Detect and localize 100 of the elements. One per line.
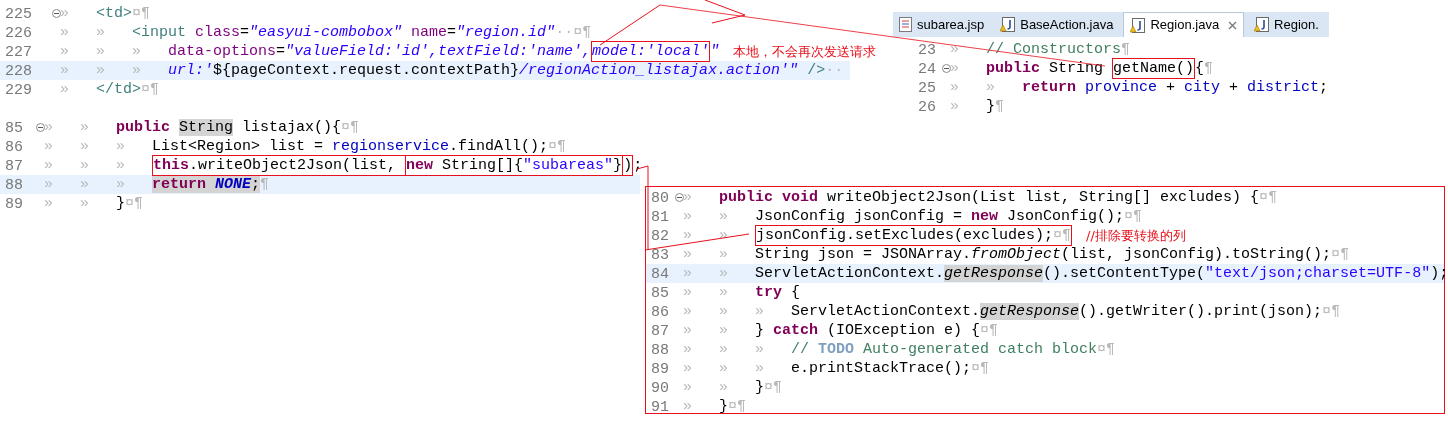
tab-marker: »	[60, 81, 69, 98]
line-number: 23	[917, 42, 936, 59]
tab-marker: »	[60, 24, 69, 41]
tab-marker: »	[80, 119, 89, 136]
tab-marker: »	[719, 341, 728, 358]
tab-marker: »	[719, 379, 728, 396]
code-line: <input class="easyui-combobox" name="region.id"··¤¶	[132, 23, 592, 42]
tab-marker: »	[719, 322, 728, 339]
line-number: 88	[4, 177, 23, 194]
line-number: 24	[917, 61, 936, 78]
code-line: // TODO Auto-generated catch block¤¶	[791, 340, 1116, 359]
annotation-text: //排除要转换的列	[1086, 226, 1186, 245]
line-number: 88	[650, 342, 669, 359]
code-line: url:'${pageContext.request.contextPath}/regionAction_listajax.action'" />··	[168, 61, 844, 80]
tab-marker: »	[96, 62, 105, 79]
tab-marker: »	[719, 265, 728, 282]
tab-marker: »	[683, 246, 692, 263]
tab-marker: »	[755, 303, 764, 320]
tab-marker: »	[44, 195, 53, 212]
tab-marker: »	[683, 189, 692, 206]
tab-marker: »	[44, 138, 53, 155]
code-line: data-options="valueField:'id',textField:'name',model:'local'"	[168, 42, 720, 61]
tab-marker: »	[755, 360, 764, 377]
code-line: try {	[755, 283, 801, 302]
tab-marker: »	[132, 43, 141, 60]
collapse-icon[interactable]	[36, 123, 45, 132]
line-number: 228	[4, 63, 32, 80]
tab-marker: »	[60, 43, 69, 60]
tab-marker: »	[683, 227, 692, 244]
tab-marker: »	[96, 24, 105, 41]
annotation-text: 本地，不会再次发送请求	[733, 42, 877, 61]
code-line: }¤¶	[755, 378, 783, 397]
code-line: return province + city + district;	[1022, 78, 1329, 97]
tab-marker: »	[44, 119, 53, 136]
line-number: 226	[4, 25, 32, 42]
tab-marker: »	[60, 5, 69, 22]
tab-marker: »	[683, 322, 692, 339]
tab-marker: »	[683, 398, 692, 415]
tab-marker: »	[950, 98, 959, 115]
line-number: 84	[650, 266, 669, 283]
code-line: return NONE;¶	[152, 175, 270, 194]
java-file-icon	[1130, 17, 1146, 33]
line-number: 25	[917, 80, 936, 97]
line-number: 89	[650, 361, 669, 378]
tab-marker: »	[719, 303, 728, 320]
tab-marker: »	[44, 157, 53, 174]
code-line: String json = JSONArray.fromObject(list, jsonConfig).toString();¤¶	[755, 245, 1350, 264]
line-number: 91	[650, 399, 669, 416]
editor-tab[interactable]: subarea.jsp	[893, 12, 991, 37]
collapse-icon[interactable]	[52, 9, 61, 18]
tab-marker: »	[132, 62, 141, 79]
tab-marker: »	[80, 195, 89, 212]
tab-marker: »	[950, 41, 959, 58]
tab-marker: »	[116, 176, 125, 193]
line-number: 87	[650, 323, 669, 340]
line-number: 26	[917, 99, 936, 116]
code-line: } catch (IOException e) {¤¶	[755, 321, 999, 340]
line-number: 81	[650, 209, 669, 226]
tab-marker: »	[719, 246, 728, 263]
code-line: }¤¶	[719, 397, 747, 416]
tab-marker: »	[60, 62, 69, 79]
tab-marker: »	[96, 43, 105, 60]
code-line: }¤¶	[116, 194, 144, 213]
tab-marker: »	[683, 341, 692, 358]
tab-marker: »	[683, 265, 692, 282]
line-number: 87	[4, 158, 23, 175]
tab-marker: »	[683, 379, 692, 396]
tab-marker: »	[44, 176, 53, 193]
editor-tab[interactable]: BaseAction.java	[994, 12, 1120, 37]
tab-marker: »	[80, 176, 89, 193]
code-line: }¶	[986, 97, 1005, 116]
collapse-icon[interactable]	[942, 64, 951, 73]
file-icon	[899, 17, 912, 32]
line-number: 82	[650, 228, 669, 245]
tab-marker: »	[683, 284, 692, 301]
line-number: 90	[650, 380, 669, 397]
code-line: ServletActionContext.getResponse().getWriter().print(json);¤¶	[791, 302, 1341, 321]
line-number: 89	[4, 196, 23, 213]
line-number: 85	[4, 120, 23, 137]
tab-marker: »	[986, 79, 995, 96]
line-number: 227	[4, 44, 32, 61]
line-number: 225	[4, 6, 32, 23]
code-line: public String listajax(){¤¶	[116, 118, 360, 137]
editor-tab[interactable]: Region.java	[1123, 12, 1245, 37]
tab-marker: »	[683, 303, 692, 320]
java-file-icon	[1254, 17, 1270, 32]
code-line: public void writeObject2Json(List list, String[] excludes) {¤¶	[719, 188, 1278, 207]
editor-tab[interactable]: Region.	[1248, 12, 1325, 37]
code-line: e.printStackTrace();¤¶	[791, 359, 990, 378]
tab-marker: »	[950, 60, 959, 77]
tab-marker: »	[80, 157, 89, 174]
tab-marker: »	[719, 360, 728, 377]
line-number: 85	[650, 285, 669, 302]
line-number: 86	[4, 139, 23, 156]
tab-marker: »	[950, 79, 959, 96]
tab-marker: »	[755, 341, 764, 358]
collapse-icon[interactable]	[675, 193, 684, 202]
tab-marker: »	[80, 138, 89, 155]
code-line: List<Region> list = regionservice.findAll();¤¶	[152, 137, 567, 156]
close-icon[interactable]	[1228, 20, 1238, 30]
